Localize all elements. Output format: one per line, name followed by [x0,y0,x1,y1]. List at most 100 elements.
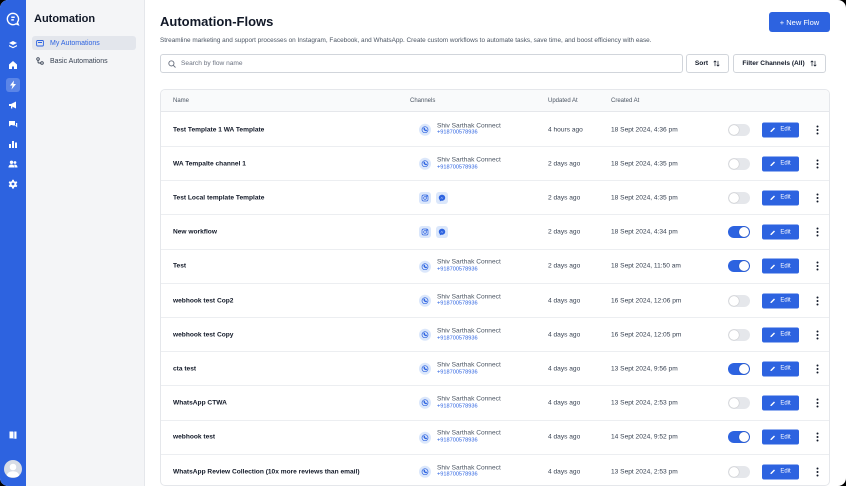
created-at: 13 Sept 2024, 9:56 pm [611,365,678,373]
flow-name[interactable]: New workflow [173,229,217,236]
more-options-icon[interactable] [812,295,822,307]
edit-button[interactable]: Edit [762,190,799,206]
layers-icon[interactable] [6,38,20,52]
logo-icon[interactable] [4,10,22,28]
flow-name[interactable]: Test Local template Template [173,194,264,201]
channel-phone: +918700578936 [437,164,478,171]
flow-name[interactable]: webhook test Copy [173,331,233,338]
table-row[interactable]: New workflow 2 days ago 18 Sept 2024, 4:… [161,216,829,250]
edit-button[interactable]: Edit [762,258,799,274]
flow-toggle[interactable] [728,226,750,239]
table-row[interactable]: Test Shiv Sarthak Connect +918700578936 … [161,250,829,284]
whatsapp-icon [419,157,431,170]
edit-label: Edit [780,331,791,338]
pencil-icon [770,127,780,133]
more-options-icon[interactable] [812,226,822,238]
table-row[interactable]: WhatsApp CTWA Shiv Sarthak Connect +9187… [161,387,829,421]
flow-toggle[interactable] [728,294,750,307]
created-at: 13 Sept 2024, 2:53 pm [611,399,678,407]
edit-button[interactable]: Edit [762,429,799,445]
sidebar-item-basic-automations[interactable]: Basic Automations [32,54,136,68]
flow-toggle[interactable] [728,260,750,273]
bolt-icon[interactable] [6,78,20,92]
table-row[interactable]: webhook test Cop2 Shiv Sarthak Connect +… [161,284,829,318]
gear-icon[interactable] [6,177,20,191]
flow-toggle[interactable] [728,157,750,170]
created-at: 14 Sept 2024, 9:52 pm [611,433,678,441]
more-options-icon[interactable] [812,158,822,170]
pencil-icon [770,161,780,167]
flow-toggle[interactable] [728,191,750,204]
table-row[interactable]: Test Local template Template 2 days ago … [161,181,829,216]
table-row[interactable]: WA Tempalte channel 1 Shiv Sarthak Conne… [161,147,829,182]
edit-button[interactable]: Edit [762,395,799,411]
book-icon[interactable] [6,428,20,442]
flow-toggle[interactable] [728,123,750,136]
flows-table: Name Channels Updated At Created At Test… [160,89,830,486]
edit-button[interactable]: Edit [762,293,799,308]
channel-name: Shiv Sarthak Connect [437,293,501,301]
sidebar-item-label: My Automations [50,39,100,47]
updated-at: 4 days ago [548,468,581,475]
edit-button[interactable]: Edit [762,464,799,479]
flow-toggle[interactable] [728,328,750,341]
home-icon[interactable] [6,58,20,72]
toggle-knob [729,295,739,306]
sort-button[interactable]: Sort [686,54,729,73]
updated-at: 4 days ago [548,365,581,373]
avatar[interactable] [4,460,22,478]
chat-icon[interactable] [6,117,20,131]
table-row[interactable]: WhatsApp Review Collection (10x more rev… [161,455,829,485]
more-options-icon[interactable] [812,124,822,136]
bar-chart-icon[interactable] [6,137,20,151]
icon-rail [0,0,26,486]
users-icon[interactable] [6,157,20,171]
channel-phone: +918700578936 [437,437,478,444]
flow-name[interactable]: cta test [173,365,196,372]
folder-icon [36,40,44,47]
more-options-icon[interactable] [812,260,822,272]
flow-toggle[interactable] [728,397,750,410]
filter-channels-button[interactable]: Filter Channels (All) [733,54,826,73]
channel-cell: Shiv Sarthak Connect +918700578936 [419,156,501,171]
more-options-icon[interactable] [812,329,822,341]
flow-name[interactable]: webhook test [173,434,215,441]
edit-button[interactable]: Edit [762,122,799,137]
more-options-icon[interactable] [812,397,822,409]
flow-toggle[interactable] [728,362,750,375]
flow-toggle[interactable] [728,465,750,478]
more-options-icon[interactable] [812,363,822,375]
table-row[interactable]: Test Template 1 WA Template Shiv Sarthak… [161,113,829,147]
flow-name[interactable]: WhatsApp Review Collection (10x more rev… [173,468,360,475]
flow-toggle[interactable] [728,431,750,444]
channel-name: Shiv Sarthak Connect [437,122,501,130]
created-at: 16 Sept 2024, 12:05 pm [611,331,682,339]
edit-button[interactable]: Edit [762,224,799,240]
more-options-icon[interactable] [812,431,822,443]
search-input[interactable] [181,60,661,67]
updated-at: 4 hours ago [548,126,583,133]
flow-name[interactable]: WhatsApp CTWA [173,400,227,407]
flow-name[interactable]: WA Tempalte channel 1 [173,160,246,167]
flow-name[interactable]: webhook test Cop2 [173,297,233,304]
table-row[interactable]: webhook test Copy Shiv Sarthak Connect +… [161,318,829,353]
table-row[interactable]: cta test Shiv Sarthak Connect +918700578… [161,352,829,387]
flow-name[interactable]: Test Template 1 WA Template [173,126,264,133]
search-bar[interactable] [160,54,683,73]
edit-button[interactable]: Edit [762,327,799,343]
new-flow-button[interactable]: + New Flow [769,12,830,32]
edit-button[interactable]: Edit [762,361,799,377]
header-channels: Channels [410,98,436,104]
sidebar-item-my-automations[interactable]: My Automations [32,36,136,50]
flow-name[interactable]: Test [173,263,186,270]
edit-button[interactable]: Edit [762,156,799,172]
toggle-knob [739,432,749,443]
more-options-icon[interactable] [812,466,822,478]
channel-cell: Shiv Sarthak Connect +918700578936 [419,293,501,308]
megaphone-icon[interactable] [6,98,20,112]
more-options-icon[interactable] [812,192,822,204]
table-row[interactable]: webhook test Shiv Sarthak Connect +91870… [161,421,829,455]
whatsapp-icon [419,328,431,341]
channel-phone: +918700578936 [437,301,478,308]
channel-phone: +918700578936 [437,130,478,137]
